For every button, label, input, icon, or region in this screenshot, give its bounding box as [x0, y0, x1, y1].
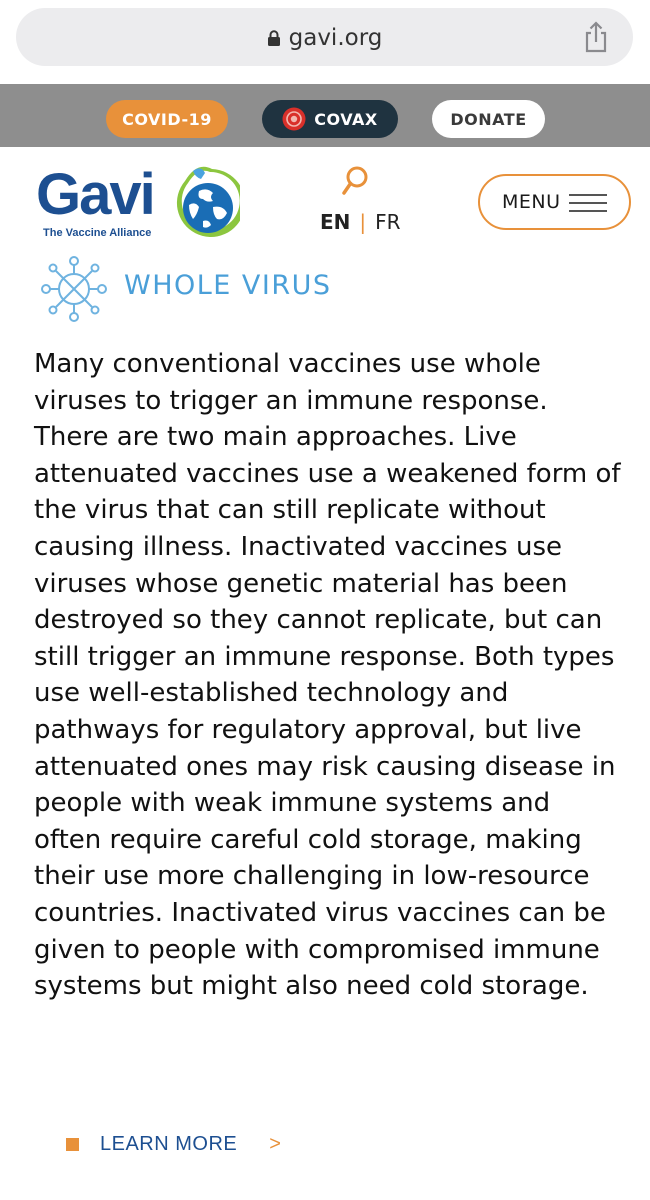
- section-title: WHOLE VIRUS: [124, 270, 332, 301]
- learn-more-label: LEARN MORE: [100, 1132, 238, 1155]
- address-bar[interactable]: gavi.org: [16, 8, 633, 66]
- lang-en[interactable]: EN: [320, 210, 350, 234]
- covid-19-button[interactable]: COVID-19: [106, 100, 228, 138]
- chevron-right-icon: >: [269, 1132, 281, 1155]
- site-header: Gavi The Vaccine Alliance EN | FR MENU: [0, 147, 650, 257]
- menu-button[interactable]: MENU: [478, 174, 631, 230]
- lock-icon: [267, 30, 280, 46]
- section-body: Many conventional vaccines use whole vir…: [34, 349, 621, 1002]
- language-switcher: EN | FR: [320, 210, 401, 234]
- url-text: gavi.org: [288, 25, 383, 51]
- url-display[interactable]: gavi.org: [16, 25, 633, 51]
- donate-label: DONATE: [450, 109, 527, 129]
- share-icon[interactable]: [583, 21, 609, 53]
- covax-button[interactable]: COVAX: [262, 100, 398, 138]
- bullet-square-icon: [66, 1137, 79, 1151]
- covid-19-label: COVID-19: [122, 109, 212, 129]
- globe-drop-icon: [176, 166, 240, 237]
- hamburger-icon: [569, 194, 607, 212]
- lang-fr[interactable]: FR: [375, 210, 400, 234]
- lang-separator: |: [359, 210, 367, 234]
- top-action-bar: COVID-19 COVAX DONATE: [0, 84, 650, 147]
- gavi-logo[interactable]: Gavi The Vaccine Alliance: [36, 163, 240, 245]
- logo-tagline: The Vaccine Alliance: [43, 227, 152, 239]
- search-icon[interactable]: [340, 165, 370, 197]
- covax-label: COVAX: [314, 109, 378, 129]
- virus-icon: [41, 256, 107, 322]
- logo-wordmark: Gavi: [36, 162, 156, 227]
- page: gavi.org COVID-19 COVAX DONATE Gavi The …: [0, 0, 650, 1200]
- browser-chrome: gavi.org: [0, 0, 650, 84]
- donate-button[interactable]: DONATE: [432, 100, 545, 138]
- learn-more-link[interactable]: LEARN MORE >: [66, 1129, 281, 1159]
- covax-logo-icon: [282, 107, 306, 131]
- menu-label: MENU: [502, 191, 561, 213]
